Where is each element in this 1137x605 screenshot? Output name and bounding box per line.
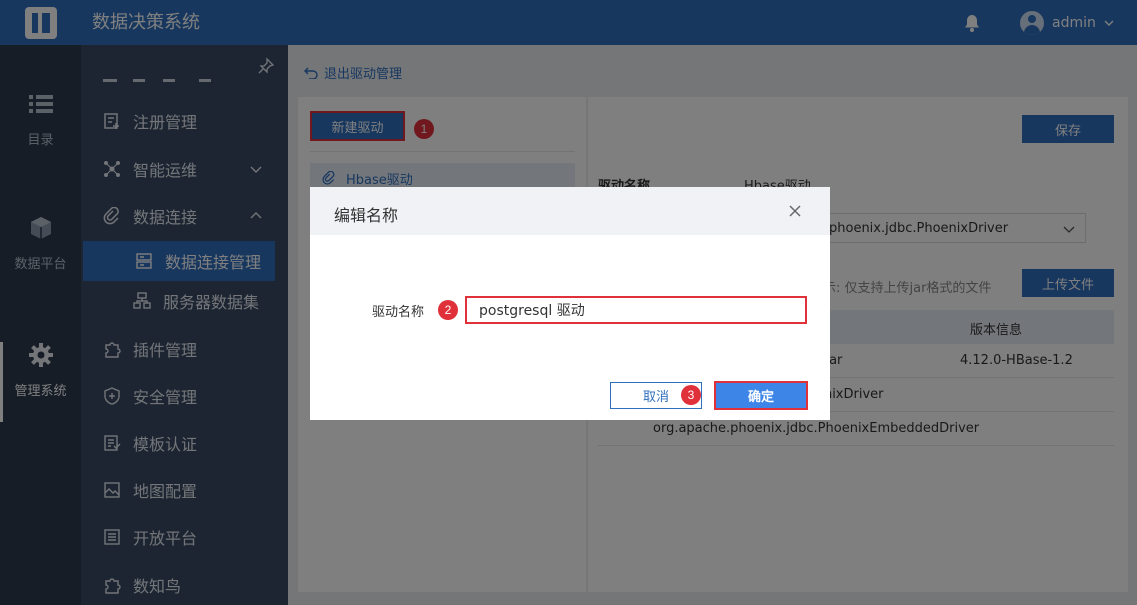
confirm-button[interactable]: 确定: [714, 381, 808, 410]
edit-name-dialog: 编辑名称 驱动名称 2 取消 3 确定: [310, 187, 830, 420]
close-icon[interactable]: [788, 204, 802, 218]
step-badge-2: 2: [438, 300, 458, 320]
driver-name-input[interactable]: [465, 296, 807, 324]
driver-name-field-label: 驱动名称: [372, 305, 425, 320]
step-badge-3: 3: [681, 385, 701, 405]
dialog-title: 编辑名称: [334, 206, 399, 225]
